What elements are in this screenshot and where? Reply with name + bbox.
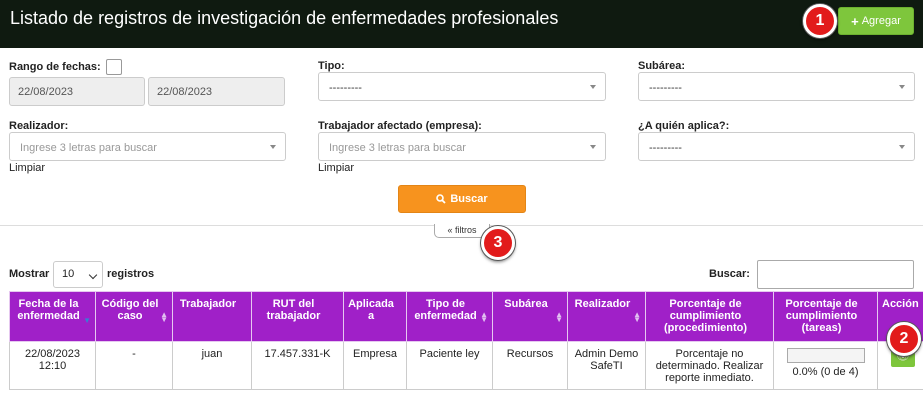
chevron-down-icon bbox=[899, 145, 905, 149]
tareas-progress-text: 0.0% (0 de 4) bbox=[792, 366, 859, 378]
subarea-select[interactable]: --------- bbox=[638, 72, 915, 101]
page-title: Listado de registros de investigación de… bbox=[10, 8, 559, 28]
add-button[interactable]: + Agregar bbox=[838, 7, 914, 35]
cell-trabajador: juan bbox=[172, 341, 252, 390]
tipo-select[interactable]: --------- bbox=[318, 72, 606, 101]
header-label: Realizador bbox=[574, 298, 631, 310]
show-label: Mostrar bbox=[9, 268, 50, 280]
chevron-down-icon bbox=[88, 270, 98, 280]
filters-toggle-label: filtros bbox=[455, 225, 477, 235]
column-header-procedimiento[interactable]: Porcentaje de cumplimiento (procedimient… bbox=[645, 291, 774, 342]
page-length-value: 10 bbox=[62, 268, 75, 280]
aplica-select[interactable]: --------- bbox=[638, 132, 915, 161]
sort-icon: ▲ ▼ bbox=[160, 310, 168, 324]
records-label: registros bbox=[107, 268, 155, 280]
search-icon bbox=[436, 194, 446, 204]
cell-procedimiento: Porcentaje no determinado. Realizar repo… bbox=[645, 341, 774, 390]
header-label: Porcentaje de cumplimiento (procedimient… bbox=[663, 298, 748, 334]
realizador-select[interactable]: Ingrese 3 letras para buscar bbox=[9, 132, 286, 161]
cell-rut: 17.457.331-K bbox=[251, 341, 344, 390]
header-label: RUT del trabajador bbox=[266, 298, 321, 322]
sort-desc-icon: ▼ bbox=[83, 316, 91, 325]
header-label: Aplicada a bbox=[348, 298, 394, 322]
table-search-label: Buscar: bbox=[709, 268, 750, 280]
subarea-label: Subárea: bbox=[638, 60, 686, 72]
double-chevron-up-icon: « bbox=[447, 225, 453, 235]
table-search-input[interactable] bbox=[757, 260, 914, 289]
column-header-codigo[interactable]: Código del caso ▲ ▼ bbox=[95, 291, 173, 342]
cell-subarea: Recursos bbox=[492, 341, 568, 390]
subarea-select-value: --------- bbox=[649, 82, 682, 94]
column-header-rut[interactable]: RUT del trabajador bbox=[251, 291, 344, 342]
column-header-tareas[interactable]: Porcentaje de cumplimiento (tareas) bbox=[773, 291, 878, 342]
header-label: Fecha de la enfermedad bbox=[17, 298, 80, 322]
cell-tareas: 0.0% (0 de 4) bbox=[773, 341, 878, 390]
cell-codigo: - bbox=[95, 341, 173, 390]
column-header-fecha[interactable]: Fecha de la enfermedad ▼ bbox=[9, 291, 96, 342]
column-header-trabajador[interactable]: Trabajador bbox=[172, 291, 252, 342]
page-length-select[interactable]: 10 bbox=[53, 261, 103, 288]
search-button-label: Buscar bbox=[450, 193, 488, 205]
realizador-placeholder: Ingrese 3 letras para buscar bbox=[20, 142, 157, 154]
annotation-badge-2: 2 bbox=[887, 322, 921, 356]
cell-realizador: Admin Demo SafeTI bbox=[567, 341, 646, 390]
trabajador-label: Trabajador afectado (empresa): bbox=[318, 120, 482, 132]
trabajador-select[interactable]: Ingrese 3 letras para buscar bbox=[318, 132, 606, 161]
cell-tipo: Paciente ley bbox=[406, 341, 493, 390]
column-header-tipo[interactable]: Tipo de enfermedad ▲ ▼ bbox=[406, 291, 493, 342]
aplica-label: ¿A quién aplica?: bbox=[638, 120, 730, 132]
records-table: Fecha de la enfermedad ▼ Código del caso ▲… bbox=[9, 291, 923, 390]
column-header-subarea[interactable]: Subárea ▲ ▼ bbox=[492, 291, 568, 342]
sort-icon: ▲ ▼ bbox=[555, 310, 563, 324]
date-range-checkbox[interactable] bbox=[106, 59, 122, 75]
header-label: Trabajador bbox=[179, 298, 237, 310]
sort-icon: ▲ ▼ bbox=[480, 310, 488, 324]
realizador-clear-link[interactable]: Limpiar bbox=[9, 162, 45, 174]
header-label: Código del caso bbox=[101, 298, 159, 322]
cell-fecha: 22/08/2023 12:10 bbox=[9, 341, 96, 390]
column-header-aplicada[interactable]: Aplicada a bbox=[343, 291, 407, 342]
table-header-row: Fecha de la enfermedad ▼ Código del caso ▲… bbox=[9, 291, 923, 342]
trabajador-clear-link[interactable]: Limpiar bbox=[318, 162, 354, 174]
tipo-select-value: --------- bbox=[329, 82, 362, 94]
table-row: 22/08/2023 12:10 - juan 17.457.331-K Emp… bbox=[9, 341, 923, 390]
date-from-input[interactable]: 22/08/2023 bbox=[9, 77, 145, 106]
column-header-realizador[interactable]: Realizador ▲ ▼ bbox=[567, 291, 646, 342]
header-label: Acción bbox=[882, 298, 919, 310]
header-label: Tipo de enfermedad bbox=[414, 298, 477, 322]
header-label: Porcentaje de cumplimiento (tareas) bbox=[785, 298, 858, 334]
tipo-label: Tipo: bbox=[318, 60, 345, 72]
realizador-label: Realizador: bbox=[9, 120, 69, 132]
add-button-label: Agregar bbox=[861, 15, 901, 27]
tareas-progress-bar bbox=[786, 348, 865, 363]
chevron-down-icon bbox=[270, 145, 276, 149]
search-button[interactable]: Buscar bbox=[398, 185, 526, 213]
chevron-down-icon bbox=[899, 85, 905, 89]
header-label: Subárea bbox=[504, 298, 548, 310]
cell-aplicada: Empresa bbox=[343, 341, 407, 390]
date-range-label: Rango de fechas: bbox=[9, 61, 101, 73]
annotation-badge-1: 1 bbox=[803, 4, 837, 38]
plus-icon: + bbox=[851, 13, 859, 29]
chevron-down-icon bbox=[590, 145, 596, 149]
chevron-down-icon bbox=[590, 85, 596, 89]
date-to-input[interactable]: 22/08/2023 bbox=[148, 77, 285, 106]
page-header: Listado de registros de investigación de… bbox=[0, 0, 923, 48]
trabajador-placeholder: Ingrese 3 letras para buscar bbox=[329, 142, 466, 154]
annotation-badge-3: 3 bbox=[481, 226, 515, 260]
sort-icon: ▲ ▼ bbox=[633, 310, 641, 324]
aplica-select-value: --------- bbox=[649, 142, 682, 154]
